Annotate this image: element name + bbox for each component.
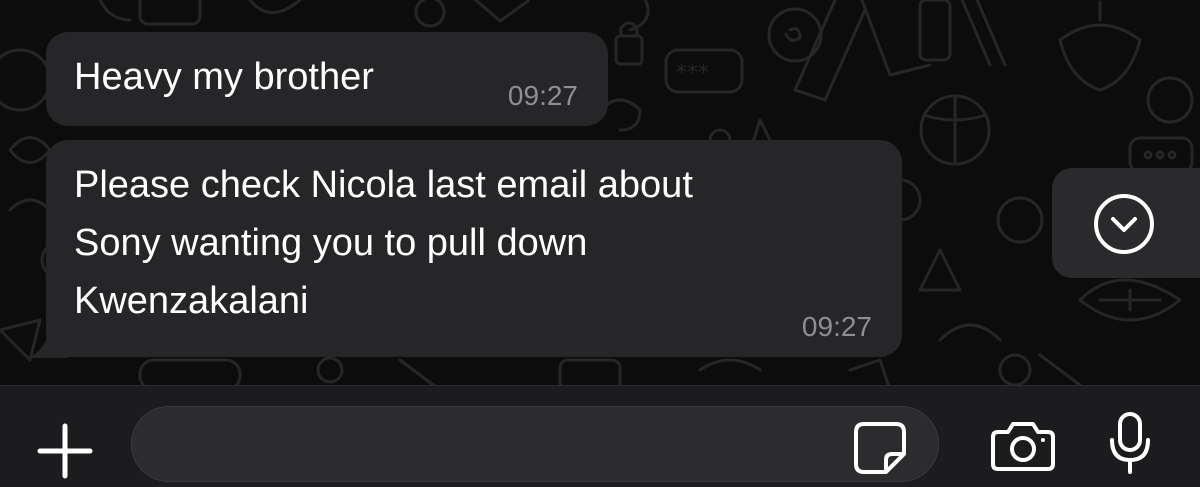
chevron-down-circle-icon (1094, 194, 1154, 254)
message-timestamp: 09:27 (801, 311, 872, 342)
plus-icon[interactable] (36, 422, 94, 480)
microphone-icon[interactable] (1108, 410, 1152, 476)
message-text: Please check Nicola last email about Son… (74, 164, 693, 322)
sticker-icon[interactable] (852, 420, 908, 476)
scroll-to-bottom-button[interactable] (1052, 168, 1200, 278)
camera-icon[interactable] (990, 420, 1056, 472)
chat-area[interactable]: *** Heavy my brother 09:27 Please check … (0, 0, 1200, 385)
message-timestamp: 09:27 (507, 80, 578, 111)
message-bubble[interactable]: Please check Nicola last email about Son… (46, 140, 902, 357)
svg-text:***: *** (676, 61, 709, 86)
message-bubble[interactable]: Heavy my brother 09:27 (46, 32, 608, 126)
message-input[interactable] (131, 406, 939, 482)
